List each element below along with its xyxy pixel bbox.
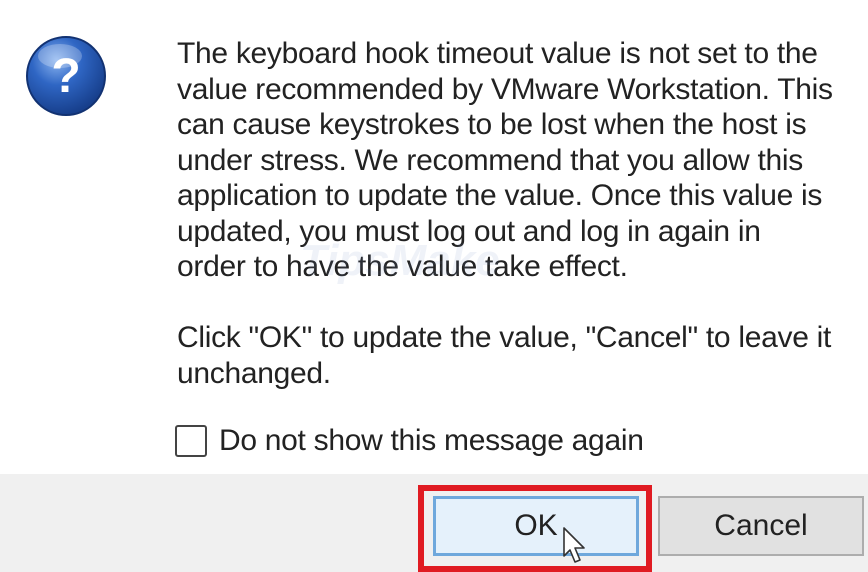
svg-text:?: ? <box>51 50 80 103</box>
message-line: order to have the value take effect. <box>177 250 628 283</box>
message-line: can cause keystrokes to be lost when the… <box>177 108 807 141</box>
message-line: under stress. We recommend that you allo… <box>177 143 803 177</box>
message-line: application to update the value. Once th… <box>177 179 823 212</box>
dont-show-again-checkbox[interactable] <box>175 425 207 457</box>
ok-button[interactable]: OK <box>433 496 639 556</box>
prompt-text: Click "OK" to update the value, "Cancel"… <box>177 320 857 391</box>
message-line: updated, you must log out and log in aga… <box>177 214 761 248</box>
dont-show-again-option[interactable]: Do not show this message again <box>175 423 644 459</box>
prompt-line: unchanged. <box>177 356 331 390</box>
prompt-line: Click "OK" to update the value, "Cancel"… <box>177 321 832 354</box>
message-text: The keyboard hook timeout value is not s… <box>177 36 857 285</box>
question-icon: ? <box>26 36 106 116</box>
message-line: The keyboard hook timeout value is not s… <box>177 37 818 70</box>
cancel-button[interactable]: Cancel <box>658 496 864 556</box>
dialog-window: ? The keyboard hook timeout value is not… <box>0 0 868 572</box>
message-line: value recommended by VMware Workstation.… <box>177 72 833 106</box>
dont-show-again-label[interactable]: Do not show this message again <box>219 424 644 458</box>
